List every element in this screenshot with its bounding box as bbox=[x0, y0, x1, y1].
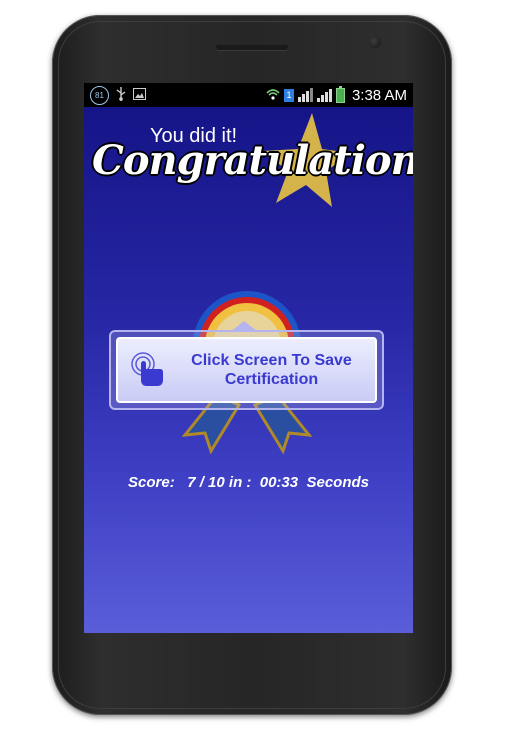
earpiece-speaker bbox=[216, 45, 288, 50]
page-title: Congratulations bbox=[92, 137, 413, 184]
usb-icon bbox=[116, 86, 126, 104]
score-time: 00:33 bbox=[259, 474, 299, 491]
signal-icon bbox=[297, 88, 313, 102]
score-label: Score: bbox=[128, 474, 175, 491]
score-value: 7 / 10 bbox=[187, 474, 225, 491]
image-icon bbox=[133, 87, 146, 103]
notification-badge: 81 bbox=[90, 85, 109, 105]
save-prompt-line-1: Click Screen To Save bbox=[191, 352, 352, 369]
battery-charging-icon bbox=[335, 85, 345, 103]
status-time: 3:38 AM bbox=[351, 86, 407, 104]
congratulations-screen[interactable]: You did it! Congratulations Click Screen… bbox=[84, 107, 413, 633]
save-certification-button[interactable]: Click Screen To Save Certification bbox=[116, 337, 377, 403]
tap-hand-icon bbox=[124, 345, 174, 395]
front-camera bbox=[369, 36, 381, 48]
save-prompt-line-2: Certification bbox=[224, 371, 319, 388]
save-prompt-text: Click Screen To Save Certification bbox=[174, 351, 375, 389]
score-unit: Seconds bbox=[306, 474, 369, 491]
wifi-icon bbox=[266, 87, 280, 104]
score-line: Score: 7 / 10 in : 00:33 Seconds bbox=[84, 474, 413, 491]
save-certification-prompt[interactable]: Click Screen To Save Certification bbox=[109, 330, 384, 410]
status-bar: 81 1 3:38 AM bbox=[84, 83, 413, 107]
sim-indicator: 1 bbox=[283, 88, 294, 102]
score-in-label: in : bbox=[228, 474, 252, 491]
device-screen[interactable]: 81 1 3:38 AM You did it! Congratulations bbox=[84, 83, 413, 633]
signal-icon-2 bbox=[316, 88, 332, 102]
